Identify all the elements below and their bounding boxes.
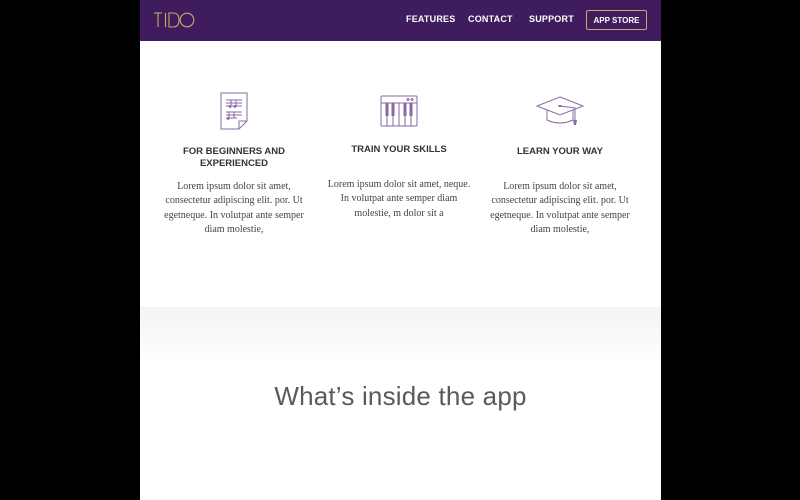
navbar: FEATURES CONTACT SUPPORT APP STORE [140, 0, 661, 41]
feature-title: LEARN YOUR WAY [516, 146, 604, 157]
feature-description: Lorem ipsum dolor sit amet, consectetur … [490, 181, 630, 235]
app-store-button[interactable]: APP STORE [586, 10, 647, 30]
feature-description: Lorem ipsum dolor sit amet, neque. In vo… [327, 179, 471, 219]
graduation-cap-icon [480, 90, 640, 132]
sheet-music-icon [154, 90, 314, 132]
nav-support-link[interactable]: SUPPORT [529, 14, 574, 24]
section-divider-band [140, 307, 661, 362]
nav-contact-link[interactable]: CONTACT [468, 14, 513, 24]
tido-logo[interactable] [153, 10, 195, 30]
feature-title: FOR BEGINNERS AND EXPERIENCED [182, 146, 286, 169]
feature-learn: LEARN YOUR WAY Lorem ipsum dolor sit ame… [480, 90, 640, 237]
feature-title: TRAIN YOUR SKILLS [351, 144, 447, 155]
feature-beginners: FOR BEGINNERS AND EXPERIENCED Lorem ipsu… [154, 90, 314, 237]
piano-keyboard-icon [319, 90, 479, 132]
page: FEATURES CONTACT SUPPORT APP STORE FOR B… [140, 0, 661, 500]
feature-description: Lorem ipsum dolor sit amet, consectetur … [164, 181, 304, 235]
nav-features-link[interactable]: FEATURES [406, 14, 455, 24]
feature-train: TRAIN YOUR SKILLS Lorem ipsum dolor sit … [319, 90, 479, 221]
section-heading: What’s inside the app [274, 381, 527, 411]
